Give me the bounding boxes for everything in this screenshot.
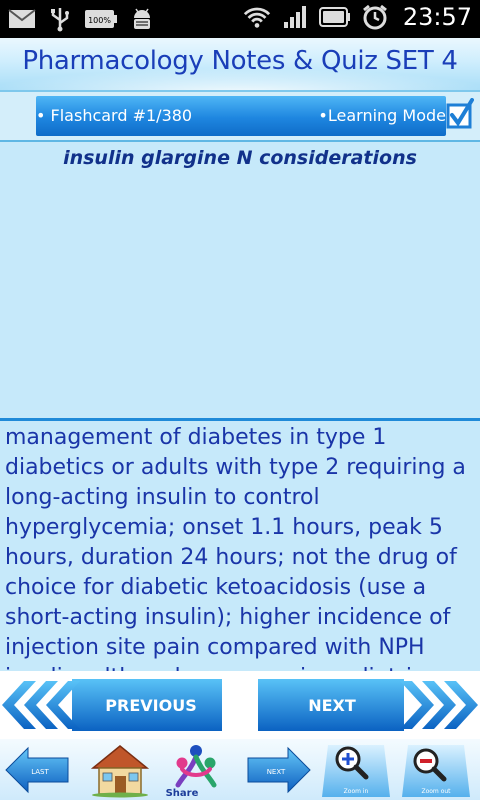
next-arrows-icon <box>258 679 478 731</box>
zoom-in-label: Zoom in <box>344 788 369 795</box>
navigation-row: PREVIOUS NEXT <box>0 671 480 739</box>
next-button[interactable]: NEXT <box>258 679 480 731</box>
question-text: insulin glargine N considerations <box>63 147 417 169</box>
app-title: Pharmacology Notes & Quiz SET 4 <box>22 46 458 76</box>
question-panel: insulin glargine N considerations <box>0 142 480 418</box>
zoom-out-icon: Zoom out <box>402 745 470 797</box>
last-button-label: LAST <box>31 768 49 776</box>
app-title-bar: Pharmacology Notes & Quiz SET 4 <box>0 38 480 90</box>
next-toolbar-label: NEXT <box>267 768 286 776</box>
previous-button[interactable]: PREVIOUS <box>0 679 226 731</box>
clock-time: 23:57 <box>402 3 472 31</box>
answer-text: management of diabetes in type 1 diabeti… <box>5 425 466 671</box>
home-button[interactable] <box>84 741 156 799</box>
zoom-out-label: Zoom out <box>421 788 451 795</box>
next-arrow-icon: NEXT <box>247 746 311 794</box>
bottom-toolbar: LAST Share NEXT Zoom in Zoom out <box>0 739 480 800</box>
home-icon <box>90 745 150 798</box>
share-icon: Share <box>166 745 217 799</box>
flashcard-header: • Flashcard #1/380 •Learning Mode <box>0 90 480 142</box>
share-button-label: Share <box>166 788 199 799</box>
next-toolbar-button[interactable]: NEXT <box>242 741 314 799</box>
battery-percent-text: 100% <box>88 16 111 25</box>
checkmark-icon <box>446 98 474 129</box>
zoom-in-icon: Zoom in <box>322 745 390 797</box>
last-arrow-icon: LAST <box>5 746 69 794</box>
usb-icon <box>46 5 74 33</box>
zoom-in-button[interactable]: Zoom in <box>320 741 392 799</box>
learning-mode-checkbox[interactable] <box>446 98 474 130</box>
last-button[interactable]: LAST <box>2 741 74 799</box>
battery-icon: 100% <box>84 5 118 33</box>
signal-icon <box>281 3 309 31</box>
alarm-icon <box>361 3 389 31</box>
learning-mode-label: •Learning Mode <box>318 106 446 125</box>
battery-status-icon <box>318 3 351 31</box>
flashcard-info-bar: • Flashcard #1/380 •Learning Mode <box>36 96 446 136</box>
status-bar: 100% 23:57 <box>0 0 480 38</box>
answer-panel[interactable]: management of diabetes in type 1 diabeti… <box>0 421 480 671</box>
zoom-out-button[interactable]: Zoom out <box>400 741 472 799</box>
next-button-label: NEXT <box>308 695 356 715</box>
share-button[interactable]: Share <box>160 741 232 799</box>
wifi-icon <box>243 3 271 31</box>
previous-button-label: PREVIOUS <box>105 695 197 715</box>
mail-icon <box>8 5 36 33</box>
android-debug-icon <box>128 5 156 33</box>
flashcard-counter: • Flashcard #1/380 <box>36 106 193 125</box>
